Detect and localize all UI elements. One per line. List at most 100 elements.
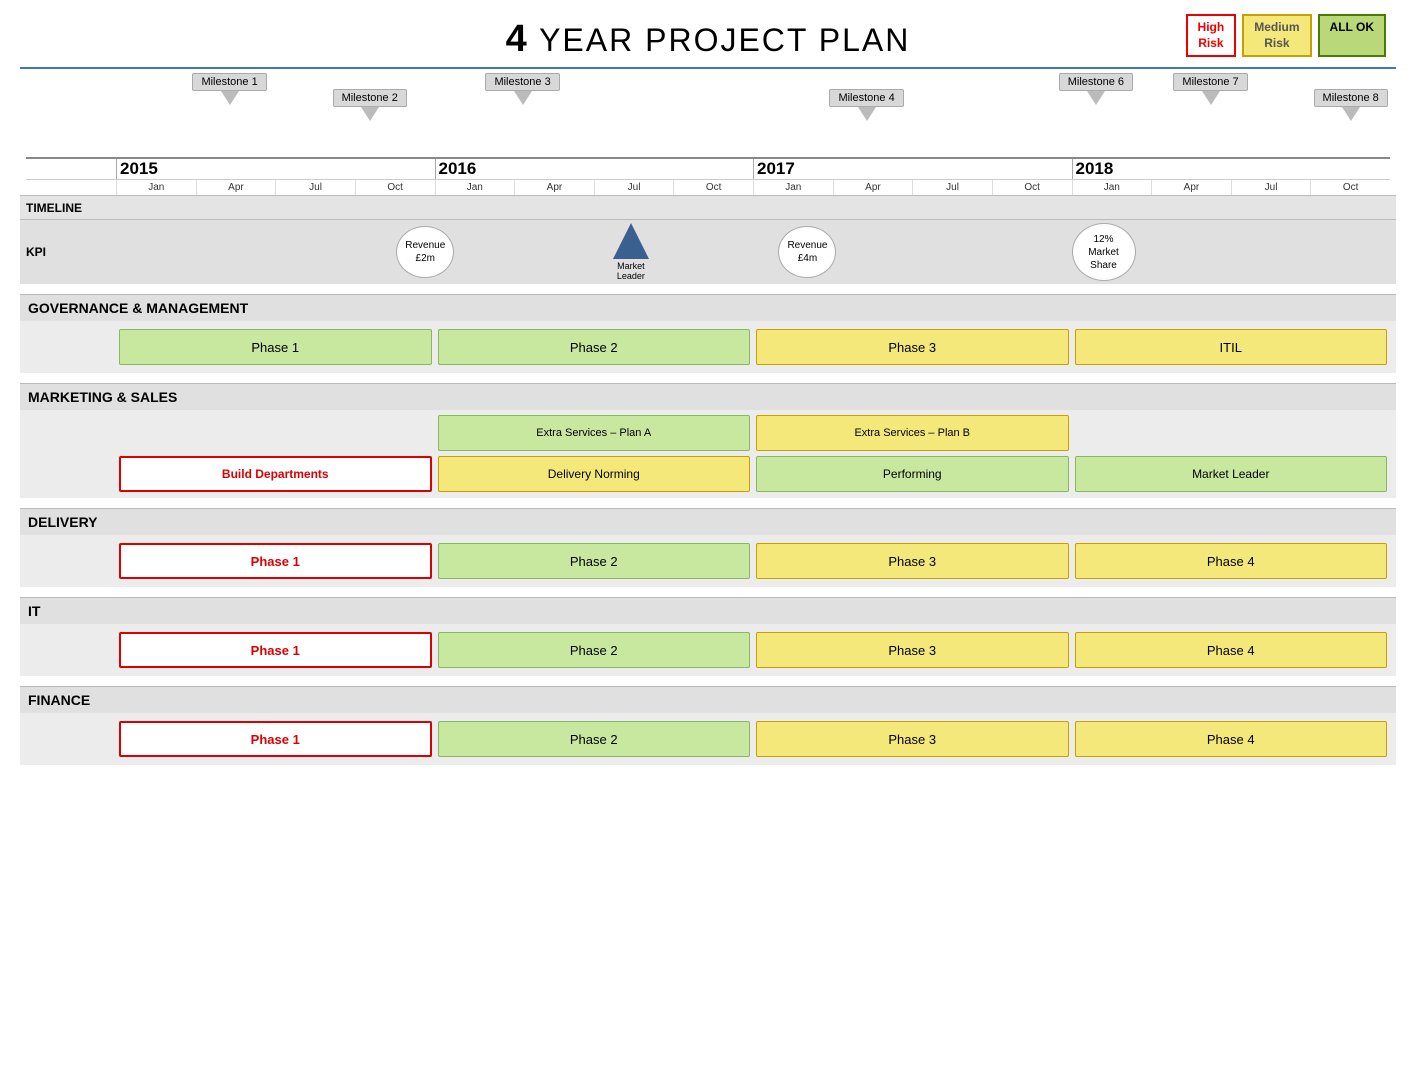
del-phase1: Phase 1 — [119, 543, 432, 579]
kpi-market-share: 12%MarketShare — [1072, 223, 1136, 281]
section-it-header: IT — [20, 597, 1396, 624]
milestone-area: Milestone 1 Milestone 2 Milestone 3 Mile… — [20, 73, 1396, 195]
it-phase1: Phase 1 — [119, 632, 432, 668]
milestone-arrow-down — [514, 91, 532, 105]
month-jul2: Jul — [594, 180, 674, 195]
header-divider — [20, 67, 1396, 69]
finance-row-1: Phase 1 Phase 2 Phase 3 Phase 4 — [26, 719, 1390, 759]
milestone-1: Milestone 1 — [192, 73, 266, 105]
kpi-revenue-2m: Revenue£2m — [396, 226, 454, 278]
it-row-1: Phase 1 Phase 2 Phase 3 Phase 4 — [26, 630, 1390, 670]
delivery-row-1: Phase 1 Phase 2 Phase 3 Phase 4 — [26, 541, 1390, 581]
section-governance: GOVERNANCE & MANAGEMENT Phase 1 Phase 2 … — [20, 294, 1396, 373]
milestone-box: Milestone 3 — [485, 73, 559, 91]
milestone-box: Milestone 8 — [1314, 89, 1388, 107]
it-phase4: Phase 4 — [1075, 632, 1388, 668]
month-oct3: Oct — [992, 180, 1072, 195]
it-phase2: Phase 2 — [438, 632, 751, 668]
kpi-row: KPI Revenue£2m MarketLeader Revenue£4m 1… — [20, 219, 1396, 284]
marketing-row-1: Extra Services – Plan A Extra Services –… — [26, 414, 1390, 452]
title-text: YEAR PROJECT PLAN — [529, 22, 911, 58]
milestone-7: Milestone 7 — [1173, 73, 1247, 105]
year-2018: 2018 — [1072, 159, 1391, 179]
year-2017: 2017 — [753, 159, 1072, 179]
legend-all-ok: ALL OK — [1318, 14, 1386, 57]
month-jan4: Jan — [1072, 180, 1152, 195]
page-title: 4 YEAR PROJECT PLAN — [506, 18, 911, 61]
month-apr1: Apr — [196, 180, 276, 195]
month-oct1: Oct — [355, 180, 435, 195]
gov-phase1: Phase 1 — [119, 329, 432, 365]
mkt-performing: Performing — [756, 456, 1069, 492]
gov-phase3: Phase 3 — [756, 329, 1069, 365]
section-finance-header: FINANCE — [20, 686, 1396, 713]
timeline-label-row: TIMELINE — [20, 195, 1396, 219]
kpi-row-label: KPI — [26, 245, 116, 259]
milestone-box: Milestone 2 — [333, 89, 407, 107]
milestone-arrow-down — [858, 107, 876, 121]
milestones-row: Milestone 1 Milestone 2 Milestone 3 Mile… — [116, 73, 1390, 155]
it-phase3: Phase 3 — [756, 632, 1069, 668]
milestone-arrow-down — [1342, 107, 1360, 121]
axis-spacer — [26, 159, 116, 179]
milestone-4: Milestone 4 — [829, 89, 903, 121]
month-jan1: Jan — [116, 180, 196, 195]
kpi-market-leader: MarketLeader — [613, 223, 649, 281]
page: 4 YEAR PROJECT PLAN HighRisk MediumRisk … — [0, 0, 1416, 775]
governance-row-1: Phase 1 Phase 2 Phase 3 ITIL — [26, 327, 1390, 367]
milestone-box: Milestone 7 — [1173, 73, 1247, 91]
year-2016: 2016 — [435, 159, 754, 179]
mkt-extra-b: Extra Services – Plan B — [756, 415, 1069, 451]
fin-phase2: Phase 2 — [438, 721, 751, 757]
month-jul4: Jul — [1231, 180, 1311, 195]
month-apr2: Apr — [514, 180, 594, 195]
month-jul3: Jul — [912, 180, 992, 195]
kpi-content-area: Revenue£2m MarketLeader Revenue£4m 12%Ma… — [116, 224, 1390, 280]
month-oct4: Oct — [1310, 180, 1390, 195]
year-2015: 2015 — [116, 159, 435, 179]
del-phase3: Phase 3 — [756, 543, 1069, 579]
milestone-8: Milestone 8 — [1314, 89, 1388, 121]
milestone-6: Milestone 6 — [1059, 73, 1133, 105]
milestone-3: Milestone 3 — [485, 73, 559, 105]
fin-phase4: Phase 4 — [1075, 721, 1388, 757]
time-axis: 2015 2016 2017 2018 — [26, 157, 1390, 179]
del-phase2: Phase 2 — [438, 543, 751, 579]
section-governance-header: GOVERNANCE & MANAGEMENT — [20, 294, 1396, 321]
year-label: 2015 — [120, 159, 158, 178]
gov-phase2: Phase 2 — [438, 329, 751, 365]
kpi-market-leader-label: MarketLeader — [613, 261, 649, 281]
section-marketing: MARKETING & SALES Extra Services – Plan … — [20, 383, 1396, 498]
month-axis: Jan Apr Jul Oct Jan Apr Jul Oct Jan Apr … — [26, 179, 1390, 195]
section-marketing-body: Extra Services – Plan A Extra Services –… — [20, 410, 1396, 498]
del-phase4: Phase 4 — [1075, 543, 1388, 579]
month-spacer — [26, 180, 116, 195]
month-jul1: Jul — [275, 180, 355, 195]
section-delivery-header: DELIVERY — [20, 508, 1396, 535]
section-delivery-body: Phase 1 Phase 2 Phase 3 Phase 4 — [20, 535, 1396, 587]
mkt-delivery-norming: Delivery Norming — [438, 456, 751, 492]
kpi-revenue-4m: Revenue£4m — [778, 226, 836, 278]
section-finance: FINANCE Phase 1 Phase 2 Phase 3 Phase 4 — [20, 686, 1396, 765]
legend-high-risk: HighRisk — [1186, 14, 1237, 57]
milestone-box: Milestone 6 — [1059, 73, 1133, 91]
month-oct2: Oct — [673, 180, 753, 195]
milestone-arrow-down — [361, 107, 379, 121]
triangle-icon — [613, 223, 649, 259]
gov-itil: ITIL — [1075, 329, 1388, 365]
title-number: 4 — [506, 18, 529, 60]
legend-medium-risk: MediumRisk — [1242, 14, 1311, 57]
section-governance-body: Phase 1 Phase 2 Phase 3 ITIL — [20, 321, 1396, 373]
fin-phase3: Phase 3 — [756, 721, 1069, 757]
milestone-arrow-down — [221, 91, 239, 105]
section-marketing-header: MARKETING & SALES — [20, 383, 1396, 410]
section-delivery: DELIVERY Phase 1 Phase 2 Phase 3 Phase 4 — [20, 508, 1396, 587]
mkt-market-leader: Market Leader — [1075, 456, 1388, 492]
milestone-box: Milestone 4 — [829, 89, 903, 107]
milestone-2: Milestone 2 — [333, 89, 407, 121]
fin-phase1: Phase 1 — [119, 721, 432, 757]
legend: HighRisk MediumRisk ALL OK — [1186, 14, 1386, 57]
month-jan3: Jan — [753, 180, 833, 195]
section-it: IT Phase 1 Phase 2 Phase 3 Phase 4 — [20, 597, 1396, 676]
timeline-label-text: TIMELINE — [26, 201, 82, 215]
